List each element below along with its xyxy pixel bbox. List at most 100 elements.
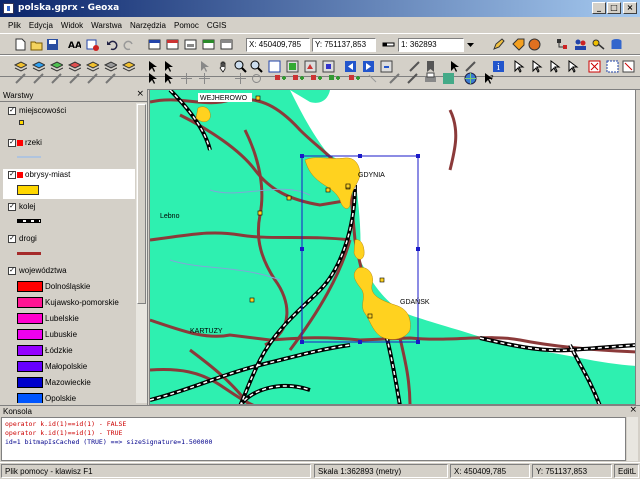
status-bar: Plik pomocy - klawisz F1 Skala 1:362893 …: [0, 462, 640, 478]
layer-checkbox[interactable]: ✓: [8, 139, 16, 147]
close-console-icon[interactable]: ×: [629, 405, 637, 415]
new-file-icon[interactable]: [14, 38, 27, 51]
tree-icon[interactable]: [556, 38, 569, 51]
map-view[interactable]: WEJHEROWO GDYNIA Lebno KARTUZY GDAŃSK: [149, 89, 636, 405]
status-help: Plik pomocy - klawisz F1: [1, 464, 311, 478]
river-symbol-icon: [17, 156, 41, 158]
voivodeship-swatch: [17, 345, 43, 356]
console-output[interactable]: operator k.id(1)==id(1) - FALSE operator…: [1, 417, 626, 461]
database-icon[interactable]: [610, 38, 623, 51]
print-icon[interactable]: [424, 72, 437, 85]
close-panel-icon[interactable]: ×: [136, 89, 144, 99]
window-icon-4[interactable]: [202, 38, 215, 51]
pencil-icon[interactable]: [492, 38, 505, 51]
globe-icon[interactable]: [528, 38, 541, 51]
y-coordinate-field: Y: 751137,853: [312, 38, 376, 52]
scrollbar-thumb[interactable]: [137, 104, 146, 304]
close-button[interactable]: ×: [623, 2, 637, 14]
arrow-select-alt-icon[interactable]: [162, 72, 175, 85]
save-icon[interactable]: [46, 38, 59, 51]
rail-symbol-icon: [17, 219, 41, 223]
add-vertex-icon[interactable]: [310, 72, 323, 85]
layer-item-rzeki[interactable]: ✓ rzeki: [3, 137, 135, 149]
menu-edycja[interactable]: Edycja: [25, 21, 57, 30]
redo-icon[interactable]: [122, 38, 135, 51]
layers-panel-title: Warstwy: [0, 89, 147, 102]
status-scale: Skala 1:362893 (metry): [314, 464, 448, 478]
node-tool-icon-1[interactable]: [14, 72, 27, 85]
window-icon-1[interactable]: [148, 38, 161, 51]
voivodeship-swatch: [17, 281, 43, 292]
label-gdansk: GDAŃSK: [400, 297, 430, 306]
node-tool-icon-2[interactable]: [32, 72, 45, 85]
voivodeship-swatch: [17, 361, 43, 372]
node-tool-icon-3[interactable]: [50, 72, 63, 85]
key-icon[interactable]: [592, 38, 605, 51]
font-icon[interactable]: AA: [68, 38, 81, 51]
console-panel: Konsola × operator k.id(1)==id(1) - FALS…: [0, 405, 640, 462]
node-tool-icon-6[interactable]: [104, 72, 117, 85]
maximize-button[interactable]: □: [607, 2, 621, 14]
map-canvas[interactable]: WEJHEROWO GDYNIA Lebno KARTUZY GDAŃSK: [150, 90, 636, 405]
layer-checkbox[interactable]: ✓: [8, 171, 16, 179]
undo-icon[interactable]: [106, 38, 119, 51]
layers-panel: Warstwy × ✓ miejscowości ✓ rzeki ✓ obrys…: [0, 89, 148, 405]
menu-plik[interactable]: Plik: [4, 21, 25, 30]
scale-select[interactable]: 1: 362893: [398, 38, 464, 52]
node-tool-icon-4[interactable]: [68, 72, 81, 85]
label-wejherowo: WEJHEROWO: [200, 95, 248, 102]
window-title: polska.gprx - Geoxa: [18, 3, 120, 13]
voivodeship-swatch: [17, 377, 43, 388]
layer-item-obrysy-miast[interactable]: ✓ obrysy-miast: [3, 169, 135, 199]
add-point-icon[interactable]: [274, 72, 287, 85]
voivodeship-label: Mazowieckie: [45, 378, 91, 387]
app-icon: [3, 3, 14, 14]
split-icon[interactable]: [406, 72, 419, 85]
open-folder-icon[interactable]: [30, 38, 43, 51]
users-icon[interactable]: [574, 38, 587, 51]
minimize-button[interactable]: _: [592, 2, 606, 14]
toolbar-3: ?: [0, 68, 640, 90]
snap-icon[interactable]: [388, 72, 401, 85]
toolbar-1: AA X: 450409,785 Y: 751137,853 1: 362893: [0, 33, 640, 55]
help-pointer-icon[interactable]: ?: [482, 72, 495, 85]
layer-properties-icon[interactable]: [86, 38, 99, 51]
menu-widok[interactable]: Widok: [57, 21, 87, 30]
layer-checkbox[interactable]: ✓: [8, 203, 16, 211]
chevron-down-icon[interactable]: [464, 38, 477, 51]
layer-checkbox[interactable]: ✓: [8, 235, 16, 243]
cross-tool-icon[interactable]: [180, 72, 193, 85]
layer-item-kolej[interactable]: ✓ kolej: [3, 201, 135, 213]
window-icon-5[interactable]: [220, 38, 233, 51]
add-line-icon[interactable]: [328, 72, 341, 85]
add-polygon-icon[interactable]: [348, 72, 361, 85]
menu-narzedzia[interactable]: Narzędzia: [126, 21, 170, 30]
export-icon[interactable]: [442, 72, 455, 85]
layer-item-miejscowosci[interactable]: ✓ miejscowości: [3, 105, 135, 117]
voivodeship-swatch: [17, 329, 43, 340]
voivodeship-swatch: [17, 313, 43, 324]
tag-icon[interactable]: [512, 38, 525, 51]
x-coordinate-field: X: 450409,785: [246, 38, 310, 52]
layer-checkbox[interactable]: ✓: [8, 267, 16, 275]
layers-scrollbar[interactable]: [136, 103, 147, 403]
console-scrollbar[interactable]: [627, 417, 638, 461]
layer-checkbox[interactable]: ✓: [8, 107, 16, 115]
window-icon-2[interactable]: [166, 38, 179, 51]
add-point-alt-icon[interactable]: [292, 72, 305, 85]
web-globe-icon[interactable]: [464, 72, 477, 85]
cross-tool-alt-icon[interactable]: [198, 72, 211, 85]
arrow-select-icon[interactable]: [146, 72, 159, 85]
remove-vertex-icon[interactable]: [366, 72, 379, 85]
window-icon-3[interactable]: [184, 38, 197, 51]
layer-item-drogi[interactable]: ✓ drogi: [3, 233, 135, 245]
layer-item-wojewodztwa[interactable]: ✓ województwa: [3, 265, 135, 277]
menu-warstwa[interactable]: Warstwa: [87, 21, 126, 30]
menu-cgis[interactable]: CGIS: [203, 21, 231, 30]
move-icon[interactable]: [234, 72, 247, 85]
node-tool-icon-5[interactable]: [86, 72, 99, 85]
layer-status-icon: [17, 140, 23, 146]
console-line: operator k.id(1)==id(1) - FALSE: [5, 420, 127, 428]
menu-pomoc[interactable]: Pomoc: [170, 21, 203, 30]
rotate-icon[interactable]: [250, 72, 263, 85]
